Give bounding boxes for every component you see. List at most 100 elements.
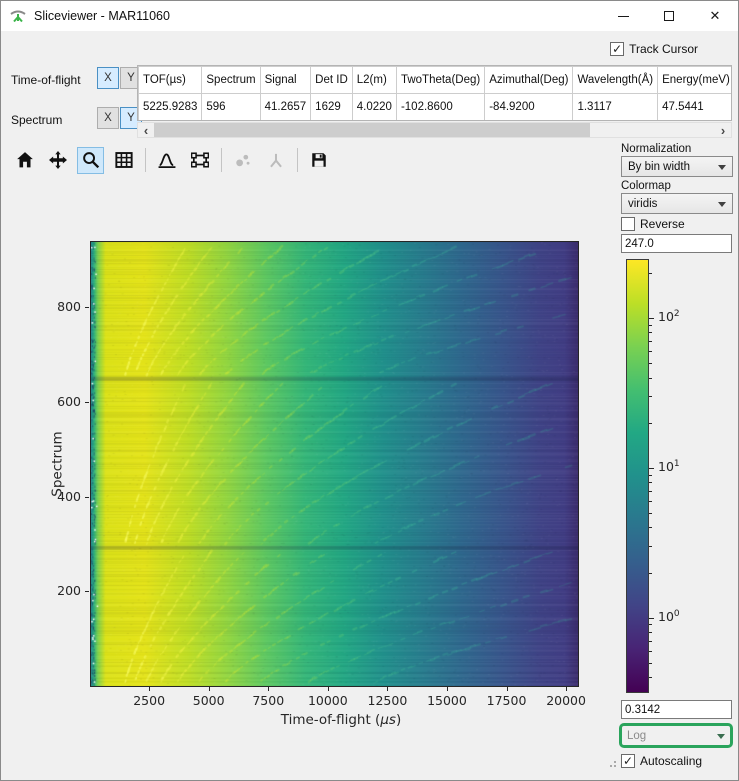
reverse-checkmark	[621, 217, 635, 231]
x-tick	[209, 687, 210, 691]
x-tick-label: 10000	[308, 693, 348, 708]
nonorthogonal-axes-button	[262, 147, 289, 174]
col-header-l2: L2(m)	[352, 67, 396, 94]
reverse-checkbox[interactable]: Reverse	[621, 217, 685, 231]
normalization-select[interactable]: By bin width	[621, 156, 733, 177]
x-tick-label: 17500	[487, 693, 527, 708]
grid-button[interactable]	[110, 147, 137, 174]
colorbar-major-tick	[649, 318, 654, 319]
col-header-wavelength: Wavelength(Å)	[573, 67, 658, 94]
x-tick	[149, 687, 150, 691]
window-title: Sliceviewer - MAR11060	[34, 9, 170, 23]
line-plots-icon	[158, 151, 176, 169]
scrollbar-track[interactable]	[154, 123, 715, 137]
colorbar-minor-tick	[649, 651, 652, 652]
pan-button[interactable]	[44, 147, 71, 174]
region-selection-icon	[191, 151, 209, 169]
colorbar-minor-tick	[649, 501, 652, 502]
x-tick	[566, 687, 567, 691]
normalization-value: By bin width	[628, 161, 690, 173]
tof-x-button[interactable]: X	[97, 67, 119, 89]
scale-select[interactable]: Log	[619, 723, 733, 748]
reverse-label: Reverse	[640, 217, 685, 231]
x-tick	[268, 687, 269, 691]
toolbar-separator	[221, 148, 222, 172]
x-tick-label: 5000	[193, 693, 225, 708]
cell-detid: 1629	[311, 94, 353, 121]
maximize-button[interactable]	[646, 1, 692, 31]
cell-energy: 47.5441	[658, 94, 732, 121]
col-header-detid: Det ID	[311, 67, 353, 94]
save-button[interactable]	[305, 147, 332, 174]
colorbar-minor-tick	[649, 351, 652, 352]
col-header-twotheta: TwoTheta(Deg)	[396, 67, 484, 94]
colorbar-minor-tick	[649, 546, 652, 547]
minimize-button[interactable]	[600, 1, 646, 31]
y-axis-label: Spectrum	[50, 431, 66, 496]
colorbar-minor-tick	[649, 641, 652, 642]
col-header-tof: TOF(µs)	[139, 67, 202, 94]
autoscaling-checkmark: ✓	[621, 754, 635, 768]
cell-signal: 41.2657	[260, 94, 311, 121]
chevron-down-icon	[718, 165, 726, 170]
colormap-select[interactable]: viridis	[621, 193, 733, 214]
autoscaling-checkbox[interactable]: ✓ Autoscaling	[621, 754, 702, 768]
autoscaling-label: Autoscaling	[640, 754, 702, 768]
chevron-down-icon	[718, 202, 726, 207]
region-selection-button[interactable]	[186, 147, 213, 174]
close-button[interactable]: ✕	[692, 1, 738, 31]
scroll-left-icon[interactable]: ‹	[138, 123, 154, 137]
col-header-signal: Signal	[260, 67, 311, 94]
colorbar-minor-tick	[649, 475, 652, 476]
table-horizontal-scrollbar[interactable]: ‹ ›	[137, 122, 732, 138]
table-row: 5225.9283 596 41.2657 1629 4.0220 -102.8…	[139, 94, 733, 121]
colorbar-minor-tick	[649, 482, 652, 483]
scrollbar-thumb[interactable]	[154, 123, 590, 137]
colorbar-minor-tick	[649, 513, 652, 514]
heatmap-plot[interactable]	[90, 241, 579, 687]
colorbar-minor-tick	[649, 423, 652, 424]
y-tick-label: 200	[47, 583, 81, 598]
colorbar-tick-label: 101	[658, 459, 680, 474]
track-cursor-label: Track Cursor	[629, 42, 698, 56]
heatmap-canvas[interactable]	[91, 242, 578, 686]
x-tick-label: 2500	[133, 693, 165, 708]
colorbar-minor-tick	[649, 396, 652, 397]
track-cursor-checkbox[interactable]: ✓ Track Cursor	[610, 42, 698, 56]
colormap-value: viridis	[628, 198, 657, 210]
x-tick-label: 12500	[368, 693, 408, 708]
line-plots-button[interactable]	[153, 147, 180, 174]
x-tick-label: 15000	[427, 693, 467, 708]
home-button[interactable]	[11, 147, 38, 174]
table-header-row: TOF(µs) Spectrum Signal Det ID L2(m) Two…	[139, 67, 733, 94]
y-tick	[85, 307, 89, 308]
home-icon	[16, 151, 34, 169]
toolbar-separator	[297, 148, 298, 172]
colorbar-minor-tick	[649, 378, 652, 379]
y-tick-label: 400	[47, 489, 81, 504]
sliceviewer-window: Sliceviewer - MAR11060 ✕ ✓ Track Cursor …	[0, 0, 739, 781]
colorbar-minor-tick	[649, 273, 652, 274]
colorbar-minor-tick	[649, 632, 652, 633]
min-value-input[interactable]	[621, 700, 732, 719]
mantid-app-icon	[10, 8, 26, 24]
colorbar-minor-tick	[649, 663, 652, 664]
zoom-button[interactable]	[77, 147, 104, 174]
plot-toolbar	[11, 145, 338, 175]
minimize-icon	[618, 16, 629, 17]
spectrum-dim-label: Spectrum	[11, 113, 62, 127]
resize-grip[interactable]	[608, 759, 616, 767]
x-tick-label: 7500	[252, 693, 284, 708]
x-axis-label: Time-of-flight (µs)	[211, 712, 471, 728]
colorbar[interactable]	[626, 259, 649, 693]
col-header-azimuthal: Azimuthal(Deg)	[485, 67, 573, 94]
zoom-icon	[82, 151, 100, 169]
normalization-label: Normalization	[621, 143, 691, 155]
colormap-label: Colormap	[621, 180, 671, 192]
max-value-input[interactable]	[621, 234, 732, 253]
colorbar-minor-tick	[649, 624, 652, 625]
x-tick	[507, 687, 508, 691]
scroll-right-icon[interactable]: ›	[715, 123, 731, 137]
spectrum-x-button[interactable]: X	[97, 107, 119, 129]
col-header-spectrum: Spectrum	[202, 67, 260, 94]
